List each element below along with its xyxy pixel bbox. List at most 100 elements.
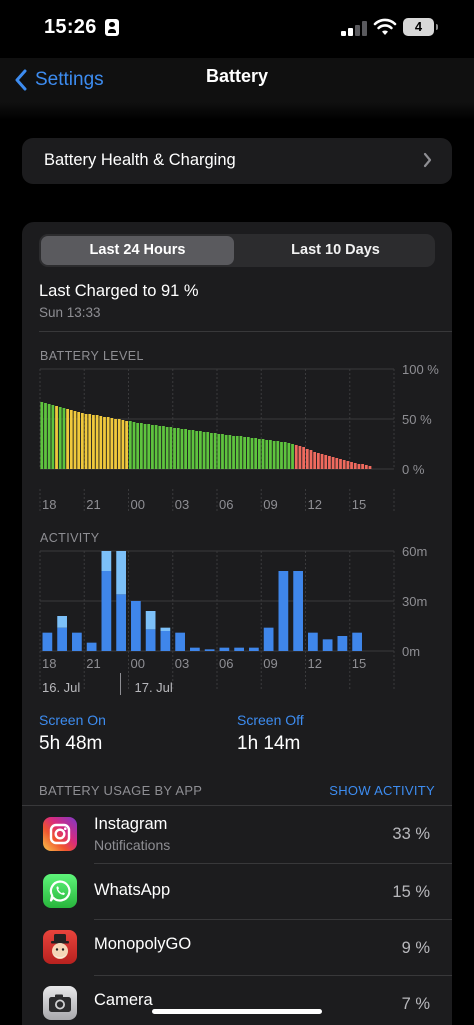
battery-level-bar (331, 457, 335, 469)
battery-level-bar (228, 435, 232, 469)
battery-level-bar (162, 426, 165, 469)
battery-level-bar (47, 404, 51, 469)
battery-level-bar (88, 414, 92, 469)
y-axis-tick: 0 % (402, 462, 425, 477)
x-axis-tick: 12 (308, 497, 322, 512)
battery-level-bar (224, 435, 228, 469)
battery-level-bar (350, 462, 353, 469)
activity-screen-on-bar (337, 636, 348, 651)
battery-level-bar (125, 421, 128, 469)
page-title: Battery (205, 66, 269, 86)
battery-level-bar (309, 450, 313, 469)
battery-level-bar (257, 439, 261, 469)
x-axis-tick: 18 (42, 497, 56, 512)
activity-screen-on-bar (249, 647, 259, 651)
camera-icon (43, 986, 77, 1020)
battery-level-bar (80, 413, 84, 469)
app-row-instagram[interactable]: Instagram Notifications 33 % (22, 808, 452, 864)
battery-level-bar (55, 406, 58, 469)
battery-level-bar (368, 466, 372, 469)
battery-level-bar (128, 421, 132, 469)
navigation-bar: Settings Battery (0, 58, 474, 102)
battery-level-bar (84, 414, 88, 469)
x-axis-tick: 18 (42, 656, 56, 671)
battery-level-bar (235, 436, 239, 469)
battery-level-bar (243, 437, 246, 469)
battery-level-bar (283, 442, 287, 469)
x-axis-tick: 06 (219, 497, 233, 512)
activity-screen-on-bar (322, 639, 333, 651)
battery-level-bar (184, 429, 187, 469)
usage-by-app-label: BATTERY USAGE BY APP (39, 783, 203, 798)
battery-health-row[interactable]: Battery Health & Charging (22, 138, 452, 184)
x-axis-tick: 00 (131, 497, 145, 512)
activity-screen-on-bar (263, 627, 274, 651)
id-card-icon (105, 19, 119, 36)
y-axis-tick: 60m (402, 544, 427, 559)
battery-level-bar (291, 444, 294, 469)
battery-level-bar (202, 432, 206, 469)
battery-health-label: Battery Health & Charging (44, 151, 236, 169)
app-name: Instagram (94, 815, 168, 833)
x-axis-tick: 06 (219, 656, 233, 671)
battery-level-bar (58, 407, 62, 469)
battery-level-bar (328, 456, 331, 469)
battery-level-bar (206, 432, 210, 469)
battery-level-bar (320, 454, 324, 469)
battery-level-bar (114, 419, 117, 469)
battery-level-bar (232, 436, 235, 469)
status-time: 15:26 (44, 16, 97, 38)
battery-level-bar (176, 428, 180, 469)
battery-icon: 4 (403, 18, 438, 36)
battery-level-bar (69, 410, 73, 469)
app-name: WhatsApp (94, 881, 171, 899)
activity-screen-on-bar (86, 642, 97, 651)
activity-screen-on-bar (308, 632, 318, 651)
battery-level-bar (132, 422, 136, 469)
app-percentage: 7 % (401, 995, 430, 1013)
battery-level-bar (280, 442, 283, 469)
activity-screen-on-bar (116, 594, 126, 651)
screen-on-label: Screen On (39, 712, 106, 728)
battery-level-bar (121, 420, 125, 469)
whatsapp-icon (43, 874, 77, 908)
activity-screen-on-bar (175, 632, 185, 651)
app-row-monopolygo[interactable]: MonopolyGO 9 % (22, 920, 452, 976)
activity-screen-on-bar (352, 632, 362, 651)
show-activity-button[interactable]: SHOW ACTIVITY (329, 783, 435, 798)
battery-level-bar (342, 460, 346, 469)
battery-level-bar (313, 452, 317, 469)
app-row-camera[interactable]: Camera 7 % (22, 976, 452, 1025)
x-axis-tick: 12 (308, 656, 322, 671)
battery-level-bar (154, 425, 158, 469)
app-percentage: 9 % (401, 939, 430, 957)
home-indicator (152, 1009, 322, 1014)
battery-level-bar (276, 441, 280, 469)
battery-charts: 100 % 50 % 0 % 18 21 00 03 06 09 12 15 60m 30m 0m 18 21… (39, 362, 439, 695)
battery-level-bar (364, 465, 368, 469)
battery-level-bar (210, 433, 213, 469)
battery-level-bar (92, 415, 95, 469)
activity-screen-off-bar (116, 551, 126, 595)
battery-level-bar (110, 418, 114, 469)
activity-screen-on-bar (101, 571, 112, 651)
activity-screen-off-bar (160, 627, 171, 631)
screen-on-value: 5h 48m (39, 733, 103, 754)
app-row-whatsapp[interactable]: WhatsApp 15 % (22, 864, 452, 920)
monopoly-go-icon (43, 930, 77, 964)
battery-level-bar (180, 429, 184, 469)
x-axis-tick: 09 (263, 656, 277, 671)
nav-divider (0, 102, 474, 120)
cellular-signal-icon (341, 20, 367, 36)
divider (22, 805, 452, 806)
activity-screen-on-bar (145, 629, 156, 651)
battery-level-bar (103, 417, 106, 469)
app-subtitle: Notifications (94, 837, 171, 853)
battery-level-bar (221, 434, 224, 469)
status-bar: 15:26 4 (0, 0, 474, 58)
battery-level-bar (151, 425, 154, 469)
battery-level-bar (158, 426, 162, 469)
battery-level-bar (66, 409, 69, 469)
app-name: Camera (94, 991, 153, 1009)
battery-level-bar (287, 443, 291, 469)
